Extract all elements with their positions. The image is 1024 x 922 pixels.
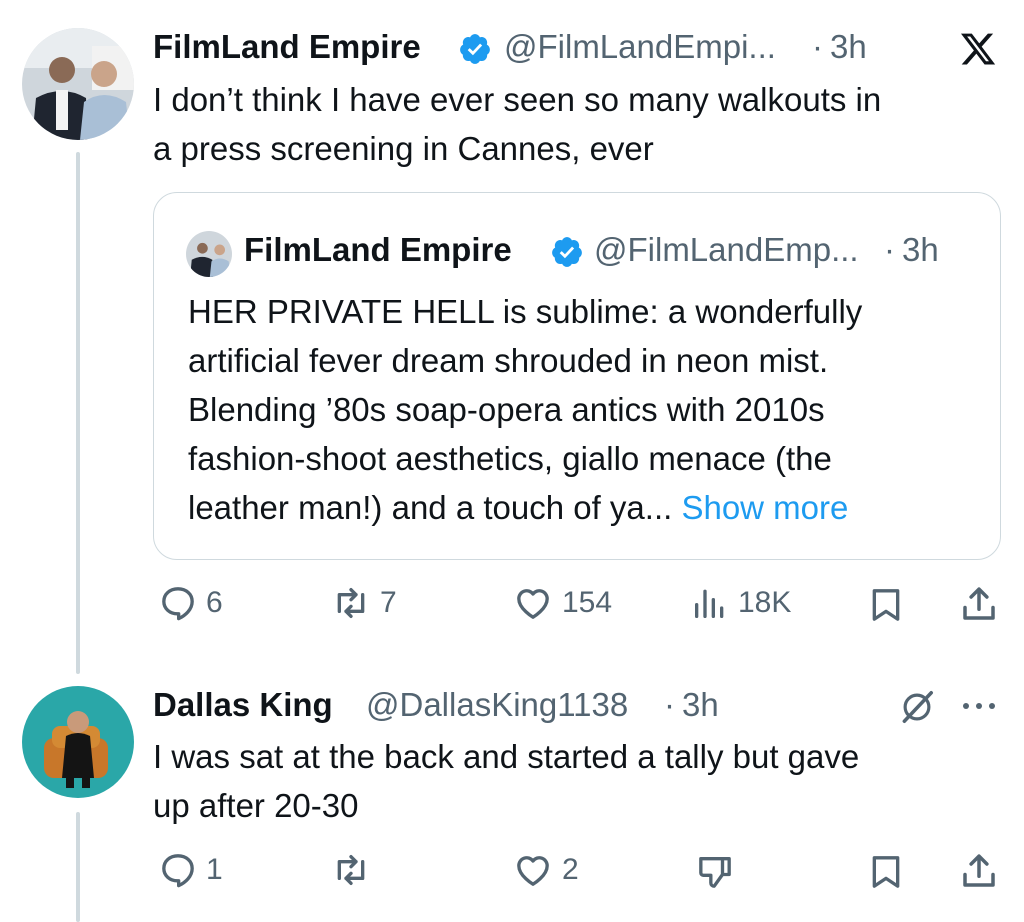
quote-author-handle[interactable]: @FilmLandEmp... [594,231,859,269]
views-icon [690,583,730,623]
author-name[interactable]: Dallas King [153,686,333,724]
like-icon [512,850,554,890]
repost-button[interactable] [330,850,380,890]
like-count: 154 [562,586,613,619]
tweet-text-line-2: a press screening in Cannes, ever [153,130,654,167]
reply-count: 1 [206,853,223,886]
dislike-icon[interactable] [694,852,736,897]
thread-line-top [76,152,80,674]
repost-button[interactable]: 7 [330,583,397,623]
views-button[interactable]: 18K [690,583,791,623]
reply-icon [158,583,198,623]
separator-dot: · [664,686,675,723]
repost-count: 7 [380,586,397,619]
show-more-link[interactable]: Show more [681,489,848,526]
tweet-text-line-1: I was sat at the back and started a tall… [153,738,860,775]
share-icon[interactable] [958,850,1000,897]
like-count: 2 [562,853,579,886]
quote-text-line-2: artificial fever dream shrouded in neon … [188,342,829,379]
reply-button[interactable]: 1 [158,850,223,890]
quote-author-name[interactable]: FilmLand Empire [244,231,512,269]
quote-avatar[interactable] [186,231,232,277]
repost-icon [330,850,372,890]
separator-dot: · [812,28,823,65]
reply-count: 6 [206,586,223,619]
x-logo-icon [958,30,998,73]
bookmark-icon[interactable] [866,585,906,630]
verified-badge-icon [550,235,584,269]
verified-badge-icon [458,32,492,66]
like-button[interactable]: 2 [512,850,579,890]
avatar[interactable] [22,686,134,798]
timestamp[interactable]: 3h [830,28,867,66]
tweet-text-line-2: up after 20-30 [153,787,359,824]
quoted-tweet-card[interactable]: FilmLand Empire @FilmLandEmp... · 3h HER… [153,192,1001,560]
quote-timestamp[interactable]: 3h [902,231,939,269]
timestamp[interactable]: 3h [682,686,719,724]
more-icon[interactable] [958,696,1000,721]
author-handle[interactable]: @FilmLandEmpi... [504,28,776,66]
avatar[interactable] [22,28,134,140]
like-icon [512,583,554,623]
grok-icon[interactable] [898,688,936,731]
views-count: 18K [738,586,792,619]
tweet-text-line-1: I don’t think I have ever seen so many w… [153,81,882,118]
separator-dot: · [884,231,895,268]
quote-text-line-3: Blending ’80s soap-opera antics with 201… [188,391,825,428]
quote-text-line-1: HER PRIVATE HELL is sublime: a wonderful… [188,293,863,330]
like-button[interactable]: 154 [512,583,612,623]
reply-button[interactable]: 6 [158,583,223,623]
thread-line-bottom [76,812,80,922]
bookmark-icon[interactable] [866,852,906,897]
author-name[interactable]: FilmLand Empire [153,28,421,66]
author-handle[interactable]: @DallasKing1138 [366,686,628,724]
share-icon[interactable] [958,583,1000,630]
reply-icon [158,850,198,890]
repost-icon [330,583,372,623]
quote-text-line-5: leather man!) and a touch of ya... Show … [188,483,848,532]
quote-text-truncated: leather man!) and a touch of ya... [188,489,673,526]
quote-text-line-4: fashion-shoot aesthetics, giallo menace … [188,440,832,477]
